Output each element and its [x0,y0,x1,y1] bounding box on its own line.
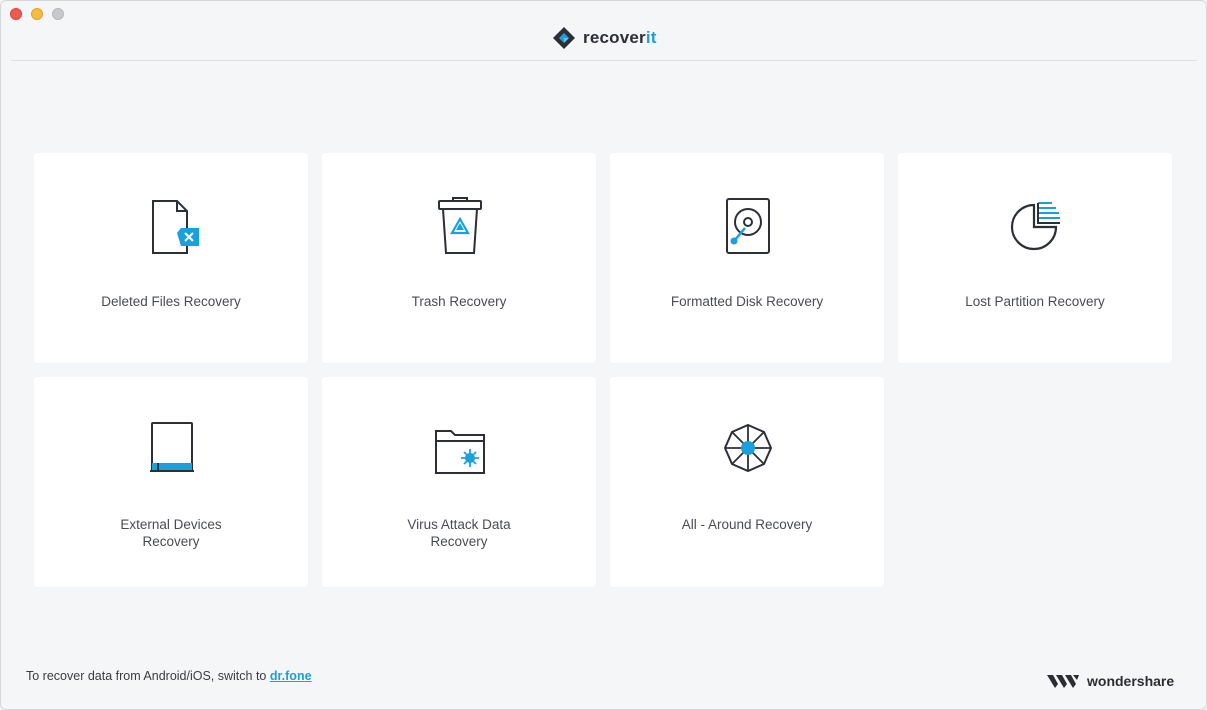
external-device-icon [150,422,194,472]
maximize-window-button [52,8,64,20]
brand-name: wondershare [1087,672,1175,689]
card-label: Formatted Disk Recovery [670,294,824,309]
header-divider [11,60,1197,61]
drfone-link[interactable]: dr.fone [270,669,312,683]
partition-pie-icon [1010,202,1060,251]
wondershare-logo-icon [1047,675,1079,688]
card-label: External Devices Recovery [44,516,298,550]
title-bar: recoverit [1,1,1206,61]
card-label-line1: Virus Attack Data [407,517,511,532]
app-logo: recoverit [552,25,657,51]
wondershare-brand: wondershare [1047,672,1174,689]
app-window: recoverit Deleted Files Recovery Trash R… [0,0,1207,710]
card-label: Lost Partition Recovery [965,294,1105,309]
deleted-file-icon [152,200,199,254]
card-label: Virus Attack Data Recovery [332,516,586,550]
app-title: recoverit [583,28,657,47]
external-devices-recovery-card[interactable]: External Devices Recovery [34,377,308,587]
card-label: Trash Recovery [411,294,507,309]
trash-icon [438,197,482,254]
card-label-line2: Recovery [430,534,488,549]
virus-attack-data-recovery-card[interactable]: Virus Attack Data Recovery [322,377,596,587]
minimize-window-button[interactable] [31,8,43,20]
formatted-disk-recovery-card[interactable]: Formatted Disk Recovery [610,153,884,363]
card-label: Deleted Files Recovery [101,294,241,309]
recoverit-logo-icon [553,27,575,49]
lost-partition-recovery-card[interactable]: Lost Partition Recovery [898,153,1172,363]
virus-folder-icon [435,430,485,474]
trash-recovery-card[interactable]: Trash Recovery [322,153,596,363]
footer-text: To recover data from Android/iOS, switch… [26,669,270,683]
all-around-recovery-card[interactable]: All - Around Recovery [610,377,884,587]
card-label-line1: External Devices [120,517,222,532]
deleted-files-recovery-card[interactable]: Deleted Files Recovery [34,153,308,363]
card-label: All - Around Recovery [681,517,813,532]
all-around-icon [723,423,773,473]
hard-disk-icon [726,198,770,254]
close-window-button[interactable] [10,8,22,20]
card-label-line2: Recovery [142,534,200,549]
footer-message: To recover data from Android/iOS, switch… [26,669,312,683]
